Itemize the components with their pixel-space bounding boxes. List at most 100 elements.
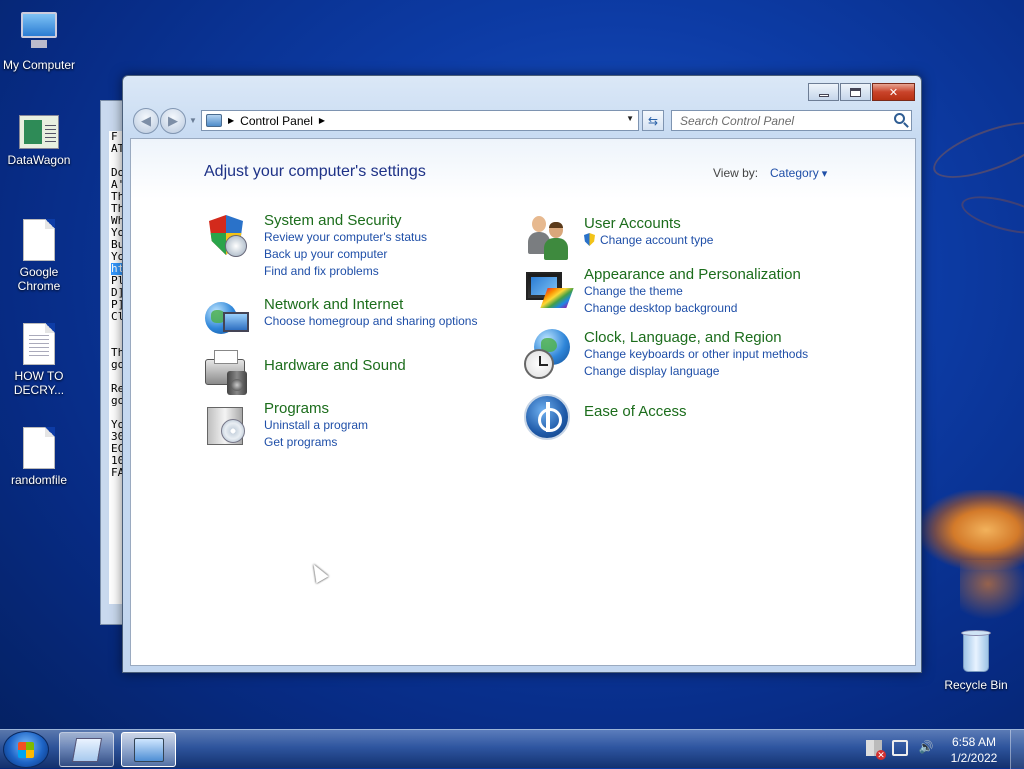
maximize-icon bbox=[850, 87, 861, 97]
desktop-icon-google-chrome[interactable]: Google Chrome bbox=[1, 219, 77, 293]
breadcrumb-chevron-icon[interactable]: ▶ bbox=[228, 116, 234, 125]
desktop-icon-label: HOW TO DECRY... bbox=[13, 369, 65, 397]
wallpaper-streak bbox=[926, 110, 1024, 190]
category-title[interactable]: Hardware and Sound bbox=[264, 357, 406, 374]
view-by-label: View by: bbox=[713, 166, 759, 180]
refresh-button[interactable]: ⇆ bbox=[642, 110, 664, 131]
forward-arrow-icon: ▶ bbox=[168, 113, 178, 128]
close-icon: ✕ bbox=[888, 86, 899, 99]
category-system-and-security: System and Security Review your computer… bbox=[264, 212, 427, 280]
category-clock-language-region: Clock, Language, and Region Change keybo… bbox=[584, 329, 808, 380]
link-change-theme[interactable]: Change the theme bbox=[584, 283, 801, 300]
document-icon bbox=[23, 427, 55, 469]
link-change-display-language[interactable]: Change display language bbox=[584, 363, 808, 380]
clock-date: 1/2/2022 bbox=[950, 751, 998, 765]
breadcrumb-chevron-icon[interactable]: ▶ bbox=[319, 116, 325, 125]
back-button[interactable]: ◀ bbox=[133, 108, 159, 134]
recycle-bin-icon bbox=[959, 630, 993, 674]
page-title: Adjust your computer's settings bbox=[204, 163, 426, 180]
link-homegroup[interactable]: Choose homegroup and sharing options bbox=[264, 313, 477, 330]
category-title[interactable]: Network and Internet bbox=[264, 296, 477, 313]
computer-icon bbox=[17, 10, 61, 54]
category-title[interactable]: Appearance and Personalization bbox=[584, 266, 801, 283]
ease-of-access-icon[interactable] bbox=[524, 394, 574, 444]
desktop-icon-label: DataWagon bbox=[7, 153, 71, 167]
desktop-icon-label: randomfile bbox=[10, 473, 68, 487]
maximize-button[interactable] bbox=[840, 83, 871, 101]
desktop-icon-recycle-bin[interactable]: Recycle Bin bbox=[938, 630, 1014, 692]
system-security-icon[interactable] bbox=[203, 213, 253, 263]
hardware-sound-icon[interactable] bbox=[203, 349, 253, 399]
control-panel-content: Adjust your computer's settings View by:… bbox=[130, 138, 916, 666]
view-by-dropdown[interactable]: Category bbox=[770, 166, 827, 180]
start-button[interactable] bbox=[3, 731, 49, 768]
category-network-and-internet: Network and Internet Choose homegroup an… bbox=[264, 296, 477, 330]
user-accounts-icon[interactable] bbox=[524, 212, 574, 262]
minimize-button[interactable] bbox=[808, 83, 839, 101]
control-panel-window[interactable]: ✕ ◀ ▶ ▼ ▶ Control Panel ▶ ▼ ⇆ Search Con… bbox=[122, 75, 922, 673]
category-title[interactable]: User Accounts bbox=[584, 215, 713, 232]
window-controls: ✕ bbox=[808, 83, 915, 101]
link-change-background[interactable]: Change desktop background bbox=[584, 300, 801, 317]
recent-pages-dropdown[interactable]: ▼ bbox=[189, 116, 197, 125]
control-panel-icon bbox=[206, 114, 222, 127]
category-ease-of-access: Ease of Access bbox=[584, 403, 687, 420]
document-icon bbox=[23, 219, 55, 261]
desktop-icon-label: My Computer bbox=[2, 58, 76, 72]
wallpaper-jellyfish bbox=[920, 490, 1024, 570]
appearance-icon[interactable] bbox=[524, 266, 574, 316]
programs-icon[interactable] bbox=[203, 401, 253, 451]
link-label: Change account type bbox=[600, 233, 714, 247]
back-arrow-icon: ◀ bbox=[141, 113, 151, 128]
category-hardware-and-sound: Hardware and Sound bbox=[264, 357, 406, 374]
category-title[interactable]: System and Security bbox=[264, 212, 427, 229]
search-input[interactable]: Search Control Panel bbox=[671, 110, 912, 131]
category-title[interactable]: Clock, Language, and Region bbox=[584, 329, 808, 346]
system-tray: 🔊 bbox=[866, 740, 934, 760]
link-uninstall-program[interactable]: Uninstall a program bbox=[264, 417, 368, 434]
search-placeholder: Search Control Panel bbox=[680, 114, 795, 128]
minimize-icon bbox=[818, 93, 829, 97]
refresh-icon: ⇆ bbox=[647, 113, 659, 128]
category-title[interactable]: Ease of Access bbox=[584, 403, 687, 420]
wallpaper-streak bbox=[957, 188, 1024, 242]
link-change-account-type[interactable]: Change account type bbox=[584, 232, 713, 249]
category-appearance-and-personalization: Appearance and Personalization Change th… bbox=[584, 266, 801, 317]
taskbar-clock[interactable]: 6:58 AM 1/2/2022 bbox=[940, 734, 1008, 766]
search-icon[interactable] bbox=[894, 113, 905, 124]
volume-icon[interactable]: 🔊 bbox=[918, 740, 934, 756]
desktop-icon-label: Google Chrome bbox=[17, 265, 61, 293]
action-center-flag-icon[interactable] bbox=[866, 740, 886, 760]
breadcrumb-control-panel[interactable]: Control Panel bbox=[240, 114, 313, 128]
datawagon-icon bbox=[19, 115, 59, 149]
wallpaper-jellyfish bbox=[960, 560, 1024, 620]
link-review-status[interactable]: Review your computer's status bbox=[264, 229, 427, 246]
forward-button[interactable]: ▶ bbox=[160, 108, 186, 134]
show-desktop-button[interactable] bbox=[1010, 730, 1024, 769]
address-bar[interactable]: ▶ Control Panel ▶ ▼ bbox=[201, 110, 639, 131]
notepad-icon bbox=[71, 738, 103, 762]
desktop-icon-datawagon[interactable]: DataWagon bbox=[1, 115, 77, 167]
clock-language-icon[interactable] bbox=[524, 329, 574, 379]
close-button[interactable]: ✕ bbox=[872, 83, 915, 101]
taskbar: 🔊 6:58 AM 1/2/2022 bbox=[0, 729, 1024, 769]
category-programs: Programs Uninstall a program Get program… bbox=[264, 400, 368, 451]
link-find-fix[interactable]: Find and fix problems bbox=[264, 263, 427, 280]
address-dropdown-icon[interactable]: ▼ bbox=[626, 114, 634, 123]
text-document-icon bbox=[23, 323, 55, 365]
desktop-icon-randomfile[interactable]: randomfile bbox=[1, 427, 77, 487]
taskbar-notepad-button[interactable] bbox=[59, 732, 114, 767]
category-title[interactable]: Programs bbox=[264, 400, 368, 417]
network-icon[interactable] bbox=[892, 740, 908, 756]
desktop-icon-how-to-decrypt[interactable]: HOW TO DECRY... bbox=[1, 323, 77, 397]
link-change-keyboards[interactable]: Change keyboards or other input methods bbox=[584, 346, 808, 363]
desktop-icon-label: Recycle Bin bbox=[944, 678, 1008, 692]
desktop-icon-my-computer[interactable]: My Computer bbox=[1, 10, 77, 72]
link-back-up[interactable]: Back up your computer bbox=[264, 246, 427, 263]
link-get-programs[interactable]: Get programs bbox=[264, 434, 368, 451]
taskbar-control-panel-button[interactable] bbox=[121, 732, 176, 767]
uac-shield-icon bbox=[584, 233, 595, 246]
control-panel-icon bbox=[134, 738, 164, 762]
category-user-accounts: User Accounts Change account type bbox=[584, 215, 713, 249]
network-internet-icon[interactable] bbox=[203, 296, 253, 346]
